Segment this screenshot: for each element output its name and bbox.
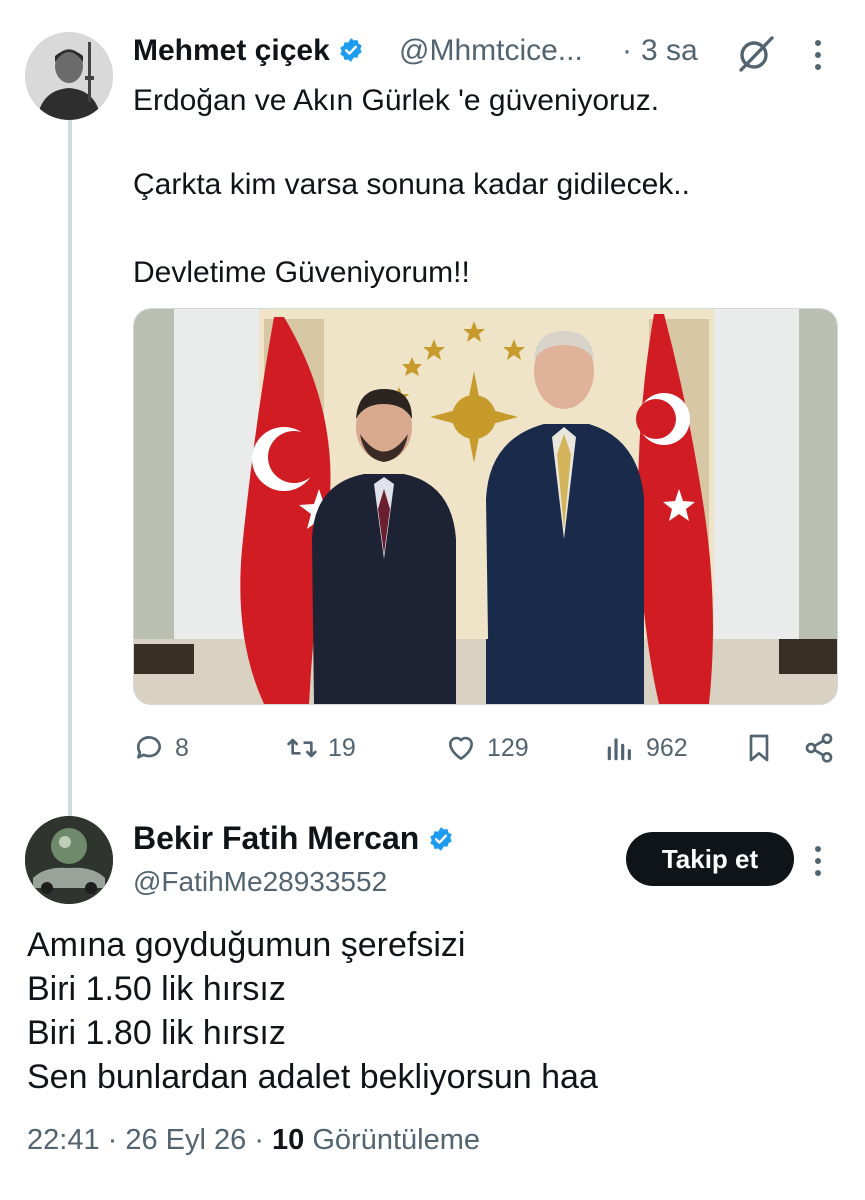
tweet-photo[interactable] <box>133 308 838 705</box>
views-count: 962 <box>646 733 688 762</box>
reply-icon <box>136 736 161 759</box>
thread-connector-line <box>68 118 72 818</box>
post-time[interactable]: 3 sa <box>641 34 698 68</box>
author-name[interactable]: Bekir Fatih Mercan <box>133 820 454 857</box>
post-timestamp[interactable]: 22:41 · 26 Eyl 26 · <box>27 1124 264 1156</box>
avatar[interactable] <box>25 32 113 120</box>
view-label: Görüntüleme <box>312 1124 481 1156</box>
author-handle[interactable]: @FatihMe28933552 <box>133 866 387 898</box>
share-icon <box>805 733 833 763</box>
grok-icon[interactable] <box>737 34 775 72</box>
more-icon[interactable] <box>811 38 825 72</box>
separator-dot: · <box>622 34 632 67</box>
more-icon[interactable] <box>811 844 825 878</box>
like-button[interactable]: 129 <box>445 730 529 766</box>
like-icon <box>449 736 473 760</box>
tweet-text-line: Erdoğan ve Akın Gürlek 'e güveniyoruz. <box>133 84 660 117</box>
tweet-text-line: Çarkta kim varsa sonuna kadar gidilecek.… <box>133 168 690 201</box>
post-metadata: 22:41 · 26 Eyl 26 · 10 Görüntüleme <box>27 1124 480 1157</box>
tweet-text-line: Amına goyduğumun şerefsizi <box>27 926 466 964</box>
views-button[interactable]: 962 <box>604 730 688 766</box>
author-handle[interactable]: @Mhmtcice... <box>399 34 583 68</box>
reply-button[interactable]: 8 <box>133 730 189 766</box>
views-icon <box>607 738 631 761</box>
reply-count: 8 <box>175 733 189 762</box>
verified-badge-icon <box>430 827 452 851</box>
bookmark-icon <box>749 734 769 762</box>
avatar[interactable] <box>25 816 113 904</box>
verified-badge-icon <box>340 38 362 62</box>
like-count: 129 <box>487 733 529 762</box>
bookmark-button[interactable] <box>743 730 785 766</box>
tweet-text-line: Devletime Güveniyorum!! <box>133 256 470 289</box>
tweet-text-line: Biri 1.80 lik hırsız <box>27 1014 286 1052</box>
author-name[interactable]: Mehmet çiçek <box>133 34 364 68</box>
repost-button[interactable]: 19 <box>286 730 356 766</box>
view-count: 10 <box>272 1124 305 1156</box>
repost-count: 19 <box>328 733 356 762</box>
tweet-text-line: Sen bunlardan adalet bekliyorsun haa <box>27 1058 598 1096</box>
repost-icon <box>287 738 317 758</box>
follow-button[interactable]: Takip et <box>626 832 794 886</box>
share-button[interactable] <box>803 730 845 766</box>
tweet-text-line: Biri 1.50 lik hırsız <box>27 970 286 1008</box>
